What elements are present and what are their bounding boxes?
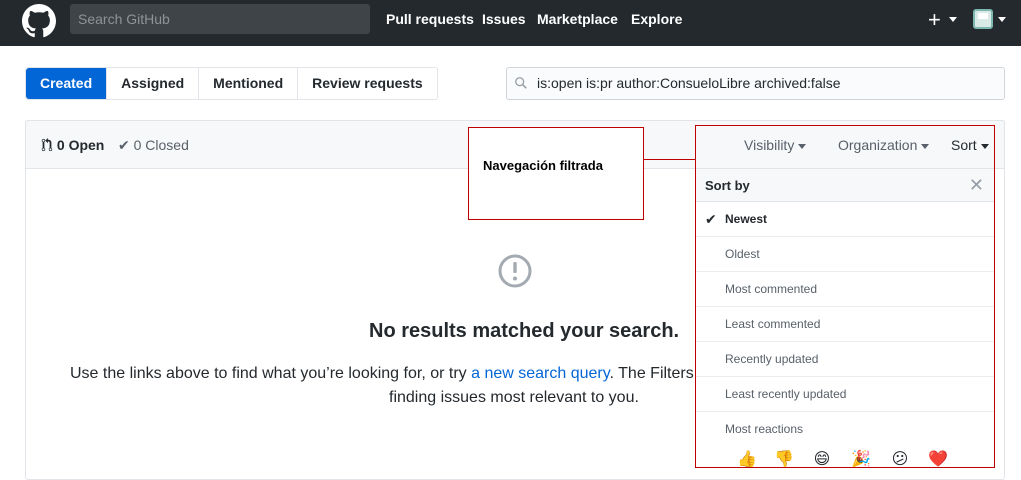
open-count-label: 0 Open [56,137,105,153]
search-icon [515,77,527,89]
thumbs-up-icon[interactable]: 👍 [736,449,758,467]
sort-option-label: Least commented [725,317,821,331]
sort-option-label: Newest [725,212,768,226]
sort-option-label: Most commented [725,282,818,296]
sort-option-label: Oldest [725,247,760,261]
annotation-label: Navegación filtrada [483,158,603,173]
chevron-down-icon [998,17,1006,22]
annotation-connector [644,159,696,160]
confused-icon[interactable]: 😕 [889,449,911,467]
pr-query-input[interactable]: is:open is:pr author:ConsueloLibre archi… [506,67,1005,100]
check-icon: ✔ [118,137,130,153]
hooray-icon[interactable]: 🎉 [850,449,872,467]
nav-pull-requests[interactable]: Pull requests [386,11,474,27]
nav-marketplace[interactable]: Marketplace [537,11,618,27]
sort-option-most-reactions[interactable]: Most reactions [696,412,994,447]
global-header: Search GitHub Pull requests Issues Marke… [0,0,1021,46]
sort-option-oldest[interactable]: Oldest [696,237,994,272]
sort-menu-header: Sort by ✕ [696,169,994,202]
sort-option-least-recently-updated[interactable]: Least recently updated [696,377,994,412]
heart-icon[interactable]: ❤️ [927,449,949,467]
tab-created[interactable]: Created [26,68,107,99]
sort-menu: Sort by ✕ ✔ Newest Oldest Most commented … [696,168,994,467]
blankslate-title: No results matched your search. [369,320,680,342]
chevron-down-icon [949,17,957,22]
new-search-query-link[interactable]: a new search query [471,365,609,382]
tab-mentioned[interactable]: Mentioned [198,68,297,99]
reaction-options: 👍 👎 😄 🎉 😕 ❤️ [736,449,994,467]
alert-icon [498,254,532,288]
pull-request-icon [41,138,53,152]
sort-option-least-commented[interactable]: Least commented [696,307,994,342]
sort-option-most-commented[interactable]: Most commented [696,272,994,307]
tab-assigned[interactable]: Assigned [106,68,198,99]
blankslate-text-pre: Use the links above to find what you’re … [70,365,472,382]
global-search-input[interactable]: Search GitHub [70,4,370,34]
closed-count-link[interactable]: ✔ 0 Closed [118,137,189,154]
sort-option-label: Most reactions [725,422,804,436]
nav-explore[interactable]: Explore [631,11,682,27]
sort-menu-title: Sort by [705,178,750,193]
tab-review-requests[interactable]: Review requests [297,68,437,99]
sort-option-recently-updated[interactable]: Recently updated [696,342,994,377]
close-icon[interactable]: ✕ [969,169,984,202]
blankslate-text-line2: finding issues most relevant to you. [389,389,639,406]
github-logo-icon[interactable] [22,4,56,38]
nav-issues[interactable]: Issues [482,11,526,27]
sort-option-newest[interactable]: ✔ Newest [696,202,994,237]
open-count-link[interactable]: 0 Open [41,137,104,153]
avatar[interactable] [973,9,993,29]
check-icon: ✔ [705,211,717,227]
sort-option-label: Least recently updated [725,387,847,401]
plus-icon[interactable]: + [928,6,941,34]
sort-option-label: Recently updated [725,352,819,366]
closed-count-label: 0 Closed [133,137,189,153]
annotation-callout [468,127,644,220]
pr-filter-tabs: Created Assigned Mentioned Review reques… [25,67,438,100]
laugh-icon[interactable]: 😄 [811,449,833,467]
thumbs-down-icon[interactable]: 👎 [773,449,795,467]
blankslate-text: Use the links above to find what you’re … [70,365,694,383]
blankslate-text-post: . The Filters [609,365,694,382]
